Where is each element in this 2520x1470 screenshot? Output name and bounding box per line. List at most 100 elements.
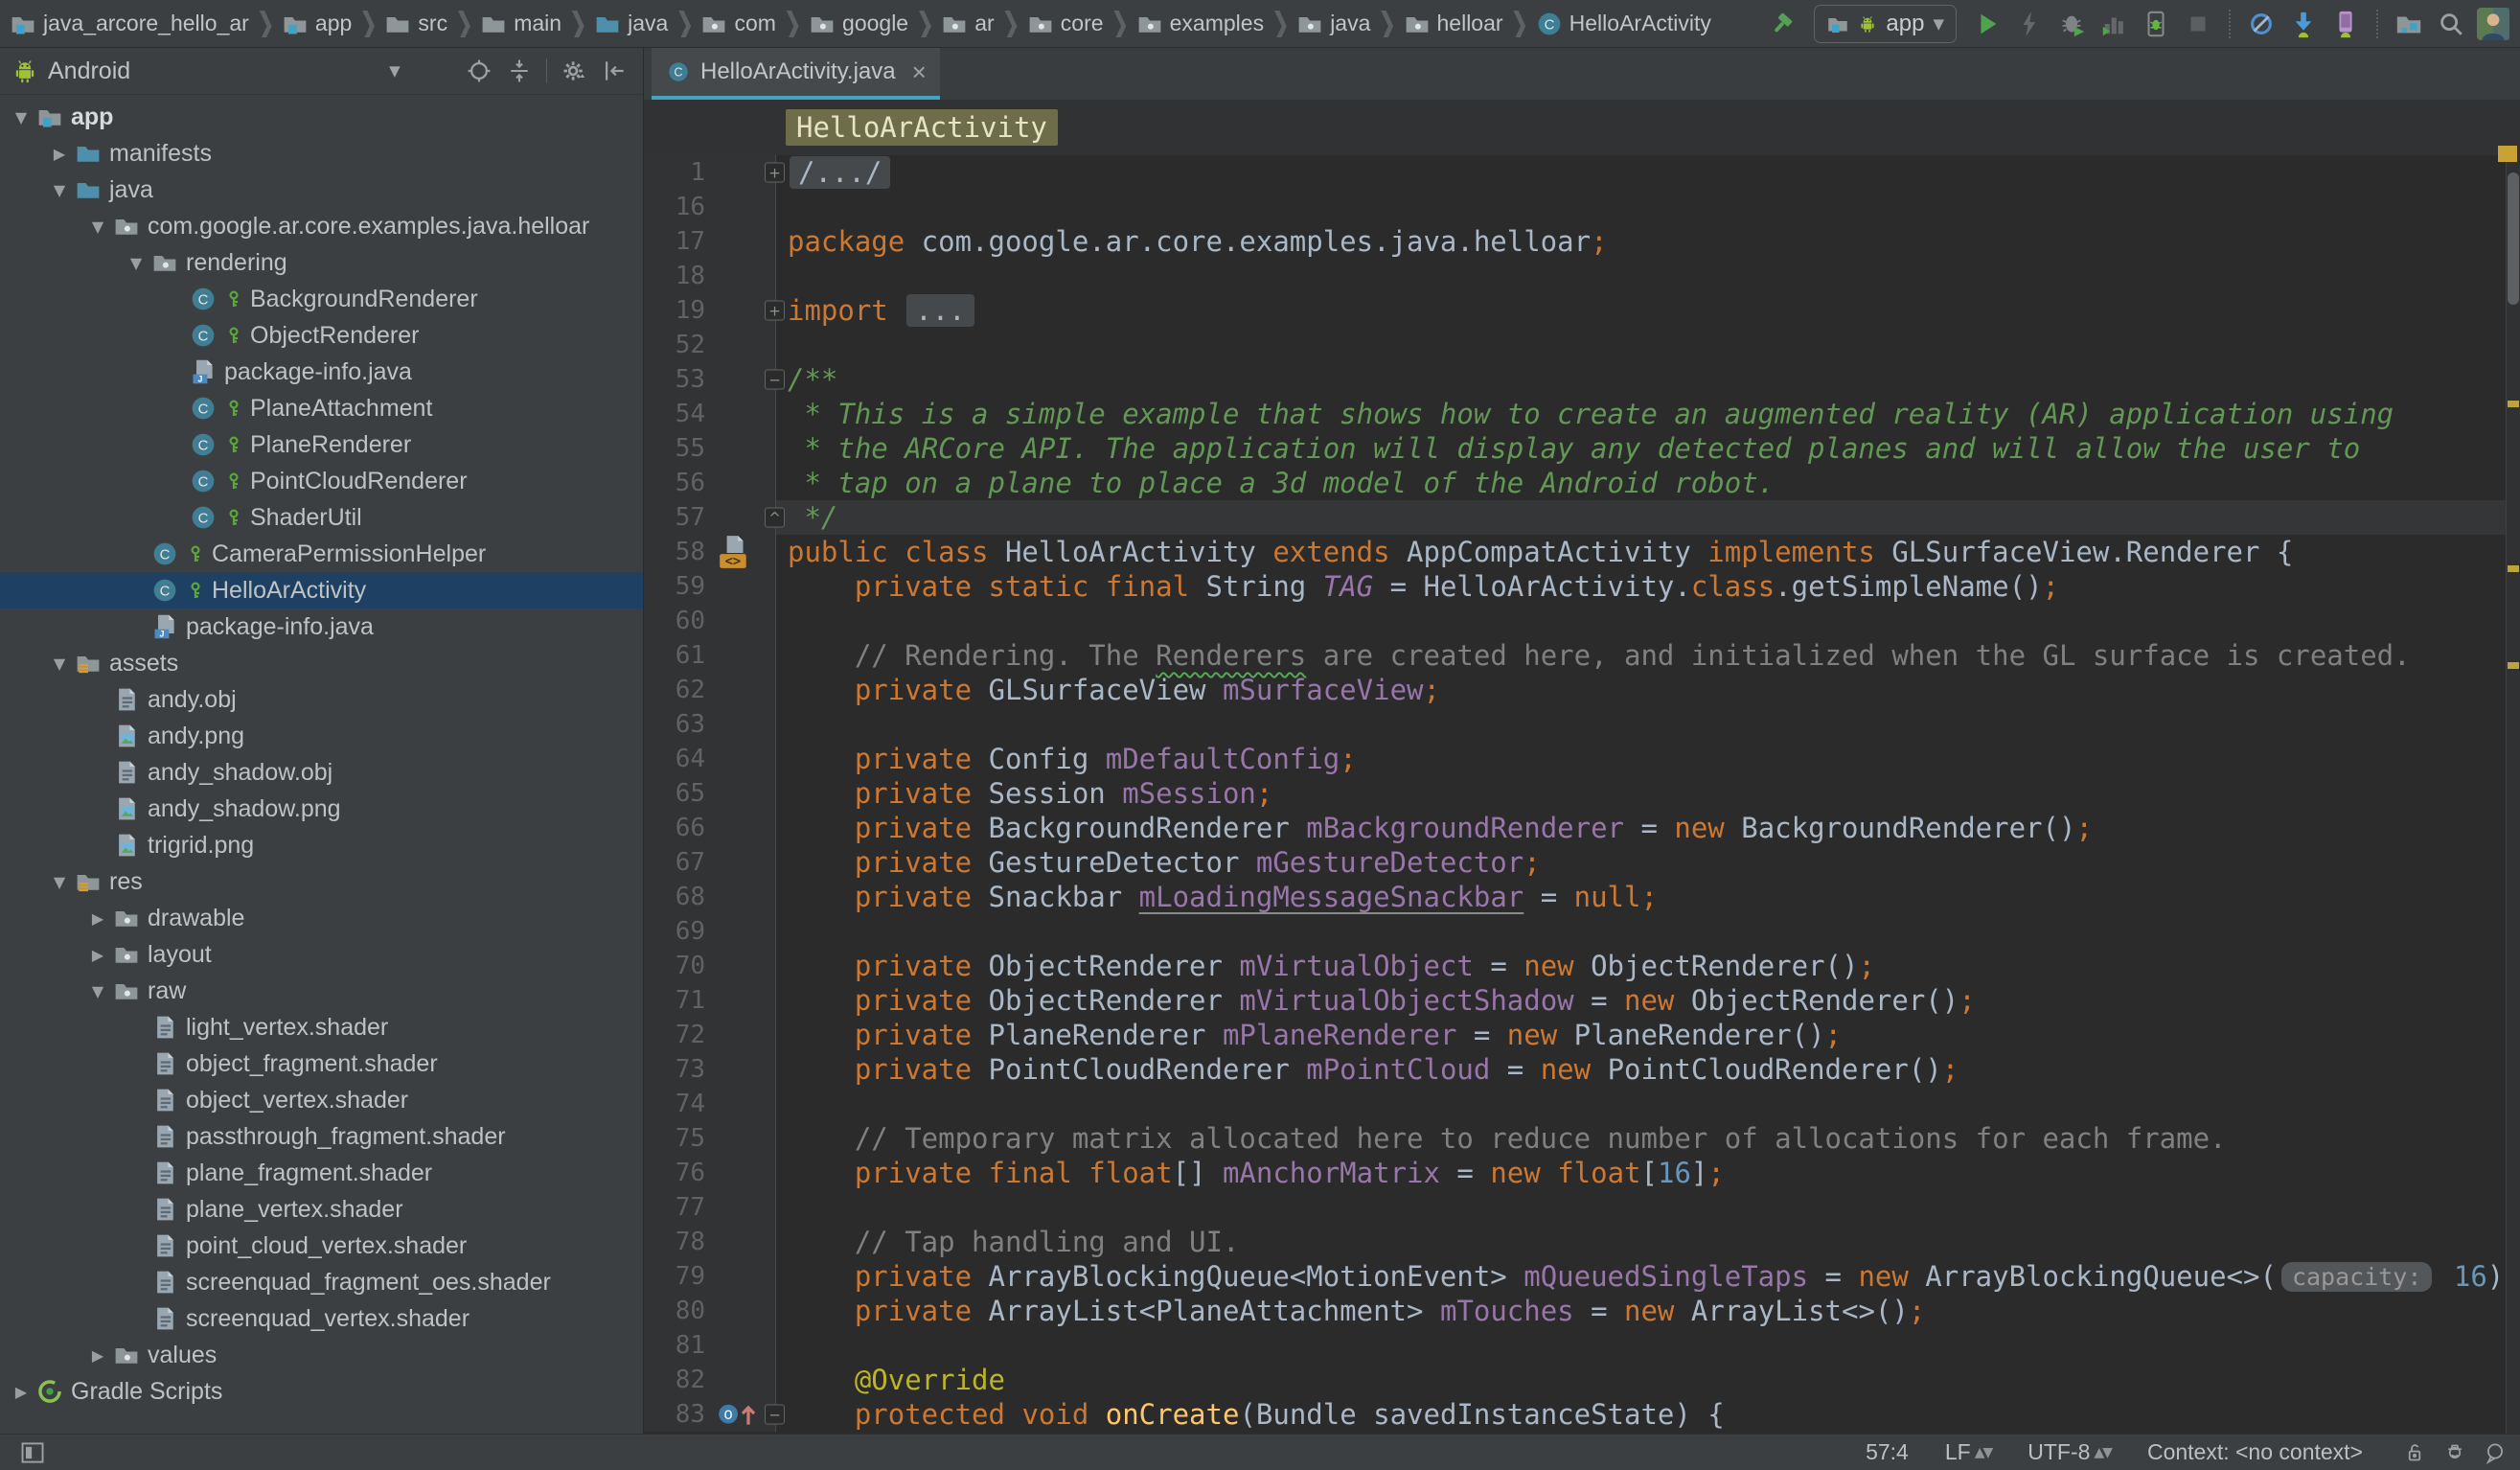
inspections-profile-button[interactable] — [2443, 1441, 2466, 1464]
overrides-method-icon[interactable]: o — [717, 1397, 759, 1432]
code-line-65[interactable]: 65 private Session mSession; — [644, 776, 2520, 811]
code-line-76[interactable]: 76 private final float[] mAnchorMatrix =… — [644, 1156, 2520, 1190]
tree-item-object-fragment-shader[interactable]: object_fragment.shader — [0, 1045, 643, 1082]
tree-item-point-cloud-vertex-shader[interactable]: point_cloud_vertex.shader — [0, 1228, 643, 1264]
code-line-70[interactable]: 70 private ObjectRenderer mVirtualObject… — [644, 949, 2520, 983]
code-line-71[interactable]: 71 private ObjectRenderer mVirtualObject… — [644, 983, 2520, 1018]
search-everywhere-button[interactable] — [2432, 6, 2470, 42]
build-button[interactable] — [1764, 6, 1802, 42]
fold-marker-end-icon[interactable]: ^ — [765, 508, 785, 528]
chevron-collapsed-icon[interactable]: ▶ — [86, 909, 109, 928]
tree-item-manifests[interactable]: ▶manifests — [0, 135, 643, 172]
project-view-selector[interactable]: Android ▼ — [11, 57, 401, 85]
code-line-58[interactable]: 58<>public class HelloArActivity extends… — [644, 535, 2520, 569]
breadcrumb-item-java[interactable]: java — [592, 11, 670, 37]
breadcrumb-item-helloar[interactable]: helloar — [1402, 11, 1505, 37]
warning-mark[interactable] — [2508, 401, 2519, 407]
tree-item-light-vertex-shader[interactable]: light_vertex.shader — [0, 1009, 643, 1045]
tree-item-package-info-java[interactable]: Jpackage-info.java — [0, 609, 643, 645]
code-line-61[interactable]: 61 // Rendering. The Renderers are creat… — [644, 638, 2520, 673]
code-line-69[interactable]: 69 — [644, 914, 2520, 949]
code-line-77[interactable]: 77 — [644, 1190, 2520, 1225]
avd-manager-button[interactable] — [2326, 6, 2365, 42]
code-line-73[interactable]: 73 private PointCloudRenderer mPointClou… — [644, 1052, 2520, 1087]
code-line-64[interactable]: 64 private Config mDefaultConfig; — [644, 742, 2520, 776]
code-line-56[interactable]: 56 * tap on a plane to place a 3d model … — [644, 466, 2520, 500]
fold-marker-minus-icon[interactable]: − — [765, 1405, 785, 1425]
tree-item-drawable[interactable]: ▶drawable — [0, 900, 643, 936]
tree-item-planeattachment[interactable]: CPlaneAttachment — [0, 390, 643, 426]
code-line-19[interactable]: 19+import ... — [644, 293, 2520, 328]
tree-item-screenquad-fragment-oes-shader[interactable]: screenquad_fragment_oes.shader — [0, 1264, 643, 1300]
breadcrumb-item-examples[interactable]: examples — [1134, 11, 1266, 37]
code-line-82[interactable]: 82 @Override — [644, 1363, 2520, 1397]
tree-item-com-google-ar-core-examples-java-helloar[interactable]: ▼com.google.ar.core.examples.java.helloa… — [0, 208, 643, 244]
chevron-expanded-icon[interactable]: ▼ — [10, 108, 33, 126]
breadcrumb-class-chip[interactable]: HelloArActivity — [786, 109, 1058, 146]
tree-item-java[interactable]: ▼java — [0, 172, 643, 208]
chevron-collapsed-icon[interactable]: ▶ — [86, 1346, 109, 1365]
breadcrumb-item-java[interactable]: java — [1294, 11, 1372, 37]
code-line-1[interactable]: 1+/.../ — [644, 155, 2520, 190]
sdk-manager-button[interactable] — [2284, 6, 2323, 42]
tree-item-plane-fragment-shader[interactable]: plane_fragment.shader — [0, 1155, 643, 1191]
code-line-53[interactable]: 53−/** — [644, 362, 2520, 397]
attach-debugger-button[interactable] — [2137, 6, 2175, 42]
tree-item-trigrid-png[interactable]: trigrid.png — [0, 827, 643, 863]
notifications-button[interactable] — [2484, 1441, 2507, 1464]
code-line-72[interactable]: 72 private PlaneRenderer mPlaneRenderer … — [644, 1018, 2520, 1052]
code-line-81[interactable]: 81 — [644, 1328, 2520, 1363]
related-xml-icon[interactable]: <> — [717, 535, 751, 569]
code-line-54[interactable]: 54 * This is a simple example that shows… — [644, 397, 2520, 431]
tree-item-camerapermissionhelper[interactable]: CCameraPermissionHelper — [0, 536, 643, 572]
breadcrumb-item-main[interactable]: main — [478, 11, 563, 37]
code-line-83[interactable]: 83o− protected void onCreate(Bundle save… — [644, 1397, 2520, 1432]
chevron-expanded-icon[interactable]: ▼ — [48, 655, 71, 673]
chevron-expanded-icon[interactable]: ▼ — [86, 982, 109, 1000]
breadcrumb-item-core[interactable]: core — [1025, 11, 1106, 37]
tree-item-gradle-scripts[interactable]: ▶Gradle Scripts — [0, 1373, 643, 1410]
code-line-63[interactable]: 63 — [644, 707, 2520, 742]
fold-marker-minus-icon[interactable]: − — [765, 370, 785, 390]
scrollbar-thumb[interactable] — [2508, 172, 2519, 305]
project-structure-button[interactable] — [2390, 6, 2428, 42]
collapse-all-button[interactable] — [502, 55, 537, 87]
tree-item-andy-png[interactable]: andy.png — [0, 718, 643, 754]
status-line-separator[interactable]: LF▲▼ — [1945, 1439, 1991, 1465]
code-line-57[interactable]: 57^ */ — [644, 500, 2520, 535]
run-button[interactable] — [1968, 6, 2006, 42]
breadcrumb-item-src[interactable]: src — [382, 11, 449, 37]
breadcrumb-item-helloaractivity[interactable]: CHelloArActivity — [1534, 11, 1713, 37]
locate-file-button[interactable] — [462, 55, 496, 87]
hide-panel-button[interactable] — [597, 55, 631, 87]
tree-item-andy-shadow-png[interactable]: andy_shadow.png — [0, 791, 643, 827]
tree-item-andy-obj[interactable]: andy.obj — [0, 681, 643, 718]
code-line-60[interactable]: 60 — [644, 604, 2520, 638]
breadcrumb-item-com[interactable]: com — [699, 11, 777, 37]
toolwindow-switcher-button[interactable] — [13, 1435, 52, 1470]
chevron-expanded-icon[interactable]: ▼ — [125, 254, 148, 272]
tree-item-rendering[interactable]: ▼rendering — [0, 244, 643, 281]
tree-item-res[interactable]: ▼res — [0, 863, 643, 900]
tree-item-objectrenderer[interactable]: CObjectRenderer — [0, 317, 643, 354]
code-line-66[interactable]: 66 private BackgroundRenderer mBackgroun… — [644, 811, 2520, 845]
tree-item-raw[interactable]: ▼raw — [0, 973, 643, 1009]
code-line-55[interactable]: 55 * the ARCore API. The application wil… — [644, 431, 2520, 466]
tree-item-app[interactable]: ▼app — [0, 99, 643, 135]
close-icon[interactable]: × — [912, 59, 927, 84]
code-line-78[interactable]: 78 // Tap handling and UI. — [644, 1225, 2520, 1259]
profile-avatar-button[interactable] — [2474, 6, 2512, 42]
debug-button[interactable] — [2052, 6, 2091, 42]
profile-button[interactable] — [2095, 6, 2133, 42]
code-line-80[interactable]: 80 private ArrayList<PlaneAttachment> mT… — [644, 1294, 2520, 1328]
tree-item-helloaractivity[interactable]: CHelloArActivity — [0, 572, 643, 609]
warning-mark[interactable] — [2508, 662, 2519, 669]
code-line-68[interactable]: 68 private Snackbar mLoadingMessageSnack… — [644, 880, 2520, 914]
error-stripe-scrollbar[interactable] — [2506, 155, 2520, 1434]
tree-item-screenquad-vertex-shader[interactable]: screenquad_vertex.shader — [0, 1300, 643, 1337]
chevron-collapsed-icon[interactable]: ▶ — [10, 1383, 33, 1401]
tree-item-package-info-java[interactable]: Jpackage-info.java — [0, 354, 643, 390]
code-line-62[interactable]: 62 private GLSurfaceView mSurfaceView; — [644, 673, 2520, 707]
run-configuration-selector[interactable]: app▼ — [1814, 5, 1957, 43]
tree-item-passthrough-fragment-shader[interactable]: passthrough_fragment.shader — [0, 1118, 643, 1155]
